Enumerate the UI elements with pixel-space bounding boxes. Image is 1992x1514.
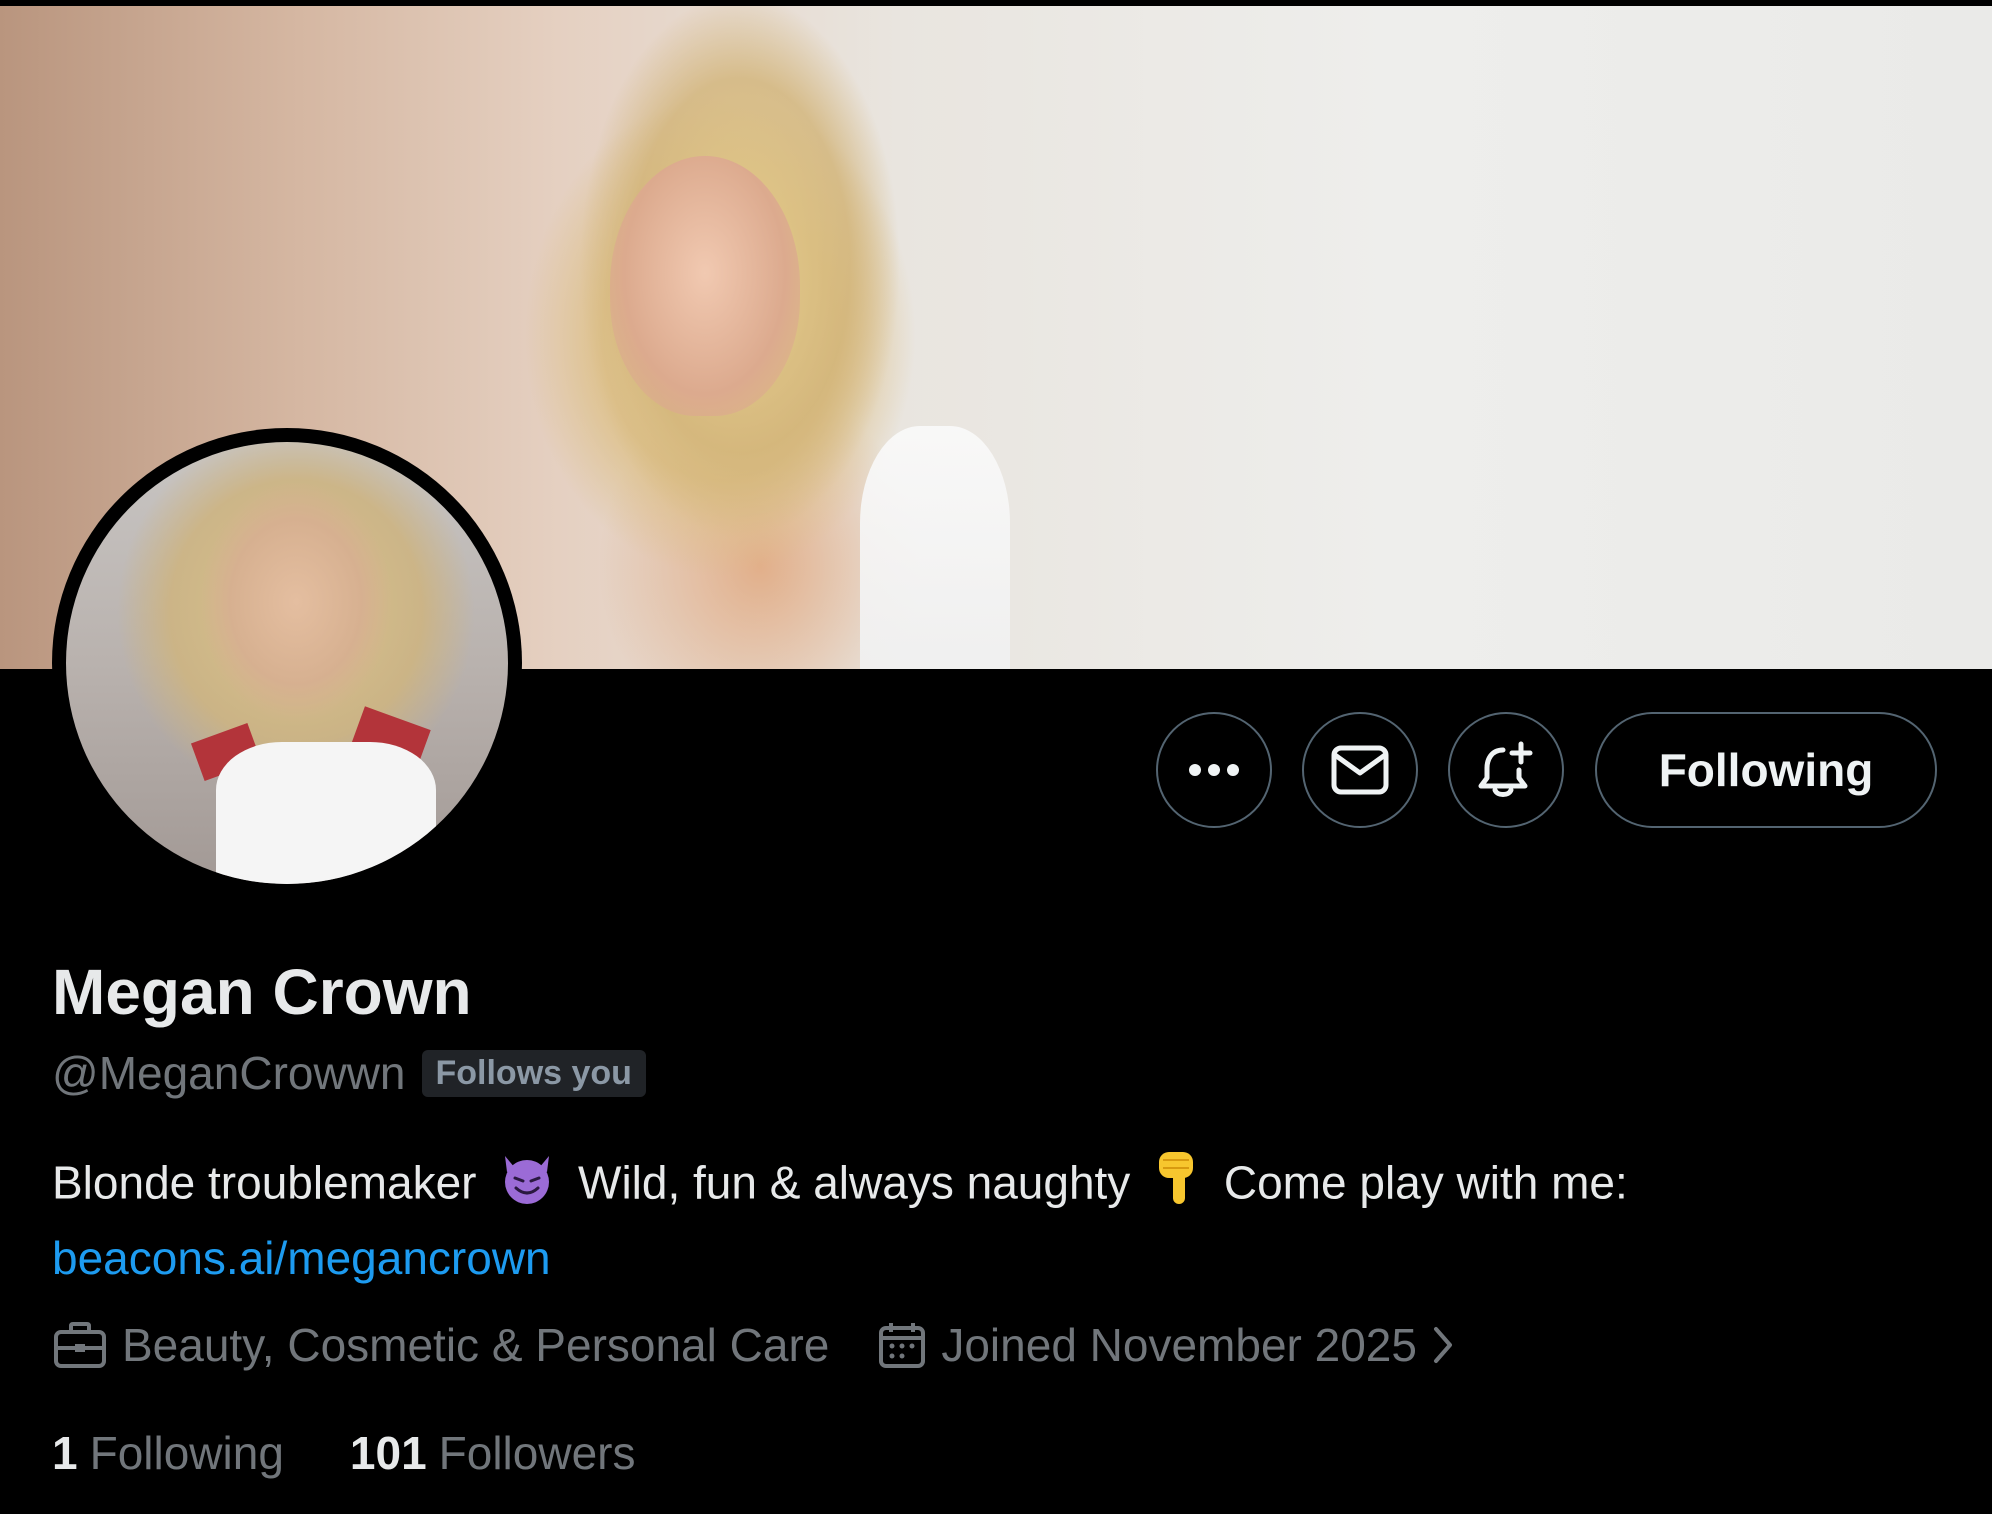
bio: Blonde troublemaker Wild, fun & always n…	[52, 1148, 1932, 1291]
followers-stat-label: Followers	[438, 1427, 636, 1479]
following-stat[interactable]: 1 Following	[52, 1426, 284, 1480]
display-name: Megan Crown	[52, 956, 472, 1028]
pointing-down-emoji-icon	[1153, 1148, 1201, 1225]
bio-text: Come play with me:	[1223, 1156, 1628, 1209]
following-button[interactable]: Following	[1595, 712, 1937, 828]
joined-label: Joined November 2025	[941, 1319, 1417, 1371]
calendar-icon	[879, 1323, 926, 1368]
message-button[interactable]	[1302, 712, 1418, 828]
profile-meta: Beauty, Cosmetic & Personal Care Joined …	[52, 1318, 1469, 1372]
joined-item[interactable]: Joined November 2025	[877, 1318, 1469, 1372]
bio-link[interactable]: beacons.ai/megancrown	[52, 1232, 551, 1284]
handle-row: @MeganCrowwn Follows you	[52, 1046, 646, 1100]
bell-plus-icon	[1478, 741, 1533, 797]
avatar-image	[66, 442, 508, 884]
briefcase-icon	[54, 1322, 106, 1368]
followers-stat[interactable]: 101 Followers	[350, 1426, 636, 1480]
category-label: Beauty, Cosmetic & Personal Care	[122, 1319, 830, 1371]
envelope-icon	[1331, 745, 1389, 795]
chevron-right-icon	[1433, 1327, 1452, 1363]
more-button[interactable]	[1156, 712, 1272, 828]
banner-photo-top	[860, 426, 1010, 669]
follows-you-badge: Follows you	[421, 1049, 646, 1097]
following-count: 1	[52, 1427, 78, 1479]
banner-photo-face	[610, 156, 800, 416]
following-stat-label: Following	[89, 1427, 284, 1479]
bio-text: Wild, fun & always naughty	[578, 1156, 1131, 1209]
more-horizontal-icon	[1189, 764, 1239, 776]
avatar[interactable]	[52, 428, 522, 898]
handle: @MeganCrowwn	[52, 1047, 406, 1099]
category-item: Beauty, Cosmetic & Personal Care	[52, 1318, 829, 1372]
followers-count: 101	[349, 1427, 427, 1479]
bio-text: Blonde troublemaker	[52, 1156, 477, 1209]
smiling-devil-emoji-icon	[499, 1150, 555, 1223]
follow-stats: 1 Following 101 Followers	[52, 1426, 635, 1480]
notify-button[interactable]	[1448, 712, 1564, 828]
avatar-photo-top	[216, 742, 436, 884]
